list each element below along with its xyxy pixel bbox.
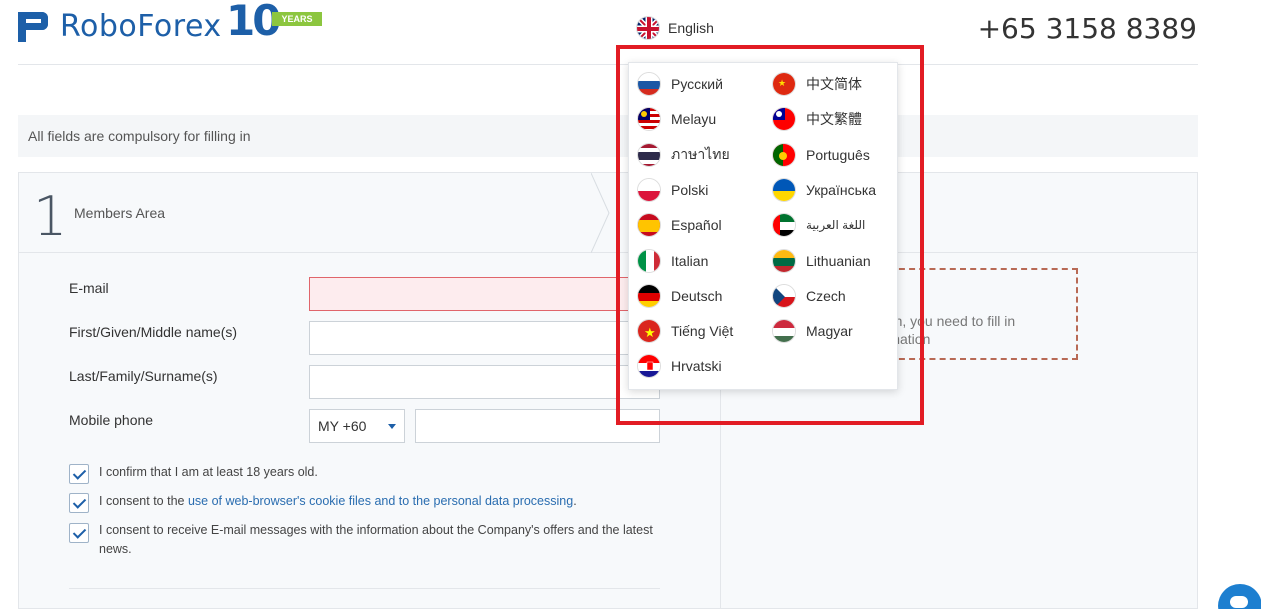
phone-number[interactable]: +65 3158 8389 — [978, 12, 1197, 45]
anniversary-label: YEARS — [272, 12, 322, 26]
anniversary-badge: 10 YEARS — [226, 0, 322, 45]
step-number: 1 — [33, 185, 68, 248]
email-consent-text: I consent to receive E-mail messages wit… — [99, 523, 653, 556]
last-name-label: Last/Family/Surname(s) — [69, 368, 218, 384]
first-name-label: First/Given/Middle name(s) — [69, 324, 238, 340]
highlight-box — [616, 45, 924, 425]
registration-panel: 1 Members Area E-mail First/Given/Middle… — [18, 172, 1198, 609]
email-consent-checkbox[interactable] — [69, 523, 89, 543]
anniversary-number: 10 — [226, 0, 281, 45]
form-bottom-divider — [69, 588, 660, 589]
age-confirm-text: I confirm that I am at least 18 years ol… — [99, 465, 318, 479]
brand-name: RoboForex — [60, 8, 222, 44]
last-name-field[interactable] — [309, 365, 660, 399]
first-name-field[interactable] — [309, 321, 660, 355]
cookie-consent-suffix: . — [573, 494, 577, 508]
cookie-policy-link[interactable]: use of web-browser's cookie files and to… — [188, 494, 573, 508]
cookie-consent-text: I consent to the use of web-browser's co… — [99, 492, 679, 511]
age-confirm-checkbox[interactable] — [69, 464, 89, 484]
chat-bubble-icon[interactable] — [1218, 584, 1261, 609]
email-field[interactable] — [309, 277, 660, 311]
page: RoboForex 10 YEARS English +65 3158 8389… — [0, 0, 1261, 609]
chevron-down-icon — [388, 424, 396, 429]
country-code-select[interactable]: MY +60 — [309, 409, 405, 443]
mobile-label: Mobile phone — [69, 412, 154, 428]
header-divider — [18, 64, 1198, 65]
cookie-consent-prefix: I consent to the — [99, 494, 188, 508]
step-bar: 1 Members Area — [19, 173, 1197, 253]
logo-mark-icon — [18, 10, 50, 42]
compulsory-notice: All fields are compulsory for filling in — [18, 115, 1198, 157]
language-selector[interactable]: English — [636, 16, 714, 40]
current-language: English — [668, 20, 714, 36]
logo[interactable]: RoboForex — [18, 6, 222, 46]
country-code-value: MY +60 — [318, 418, 367, 434]
uk-flag-icon — [636, 16, 660, 40]
email-label: E-mail — [69, 280, 109, 296]
cookie-consent-checkbox[interactable] — [69, 493, 89, 513]
step-label: Members Area — [74, 205, 166, 221]
